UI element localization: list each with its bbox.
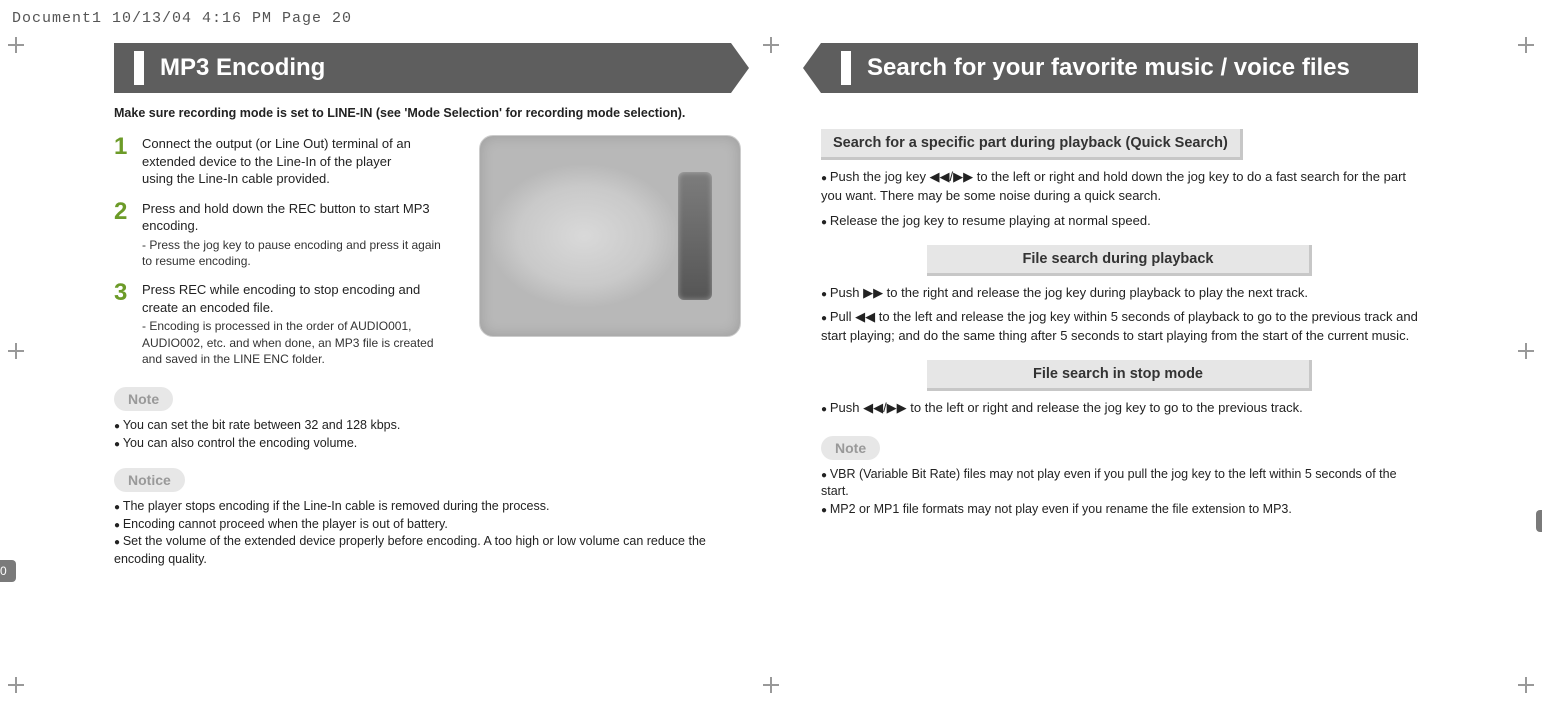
step-subtext: - Press the jog key to pause encoding an…: [142, 237, 442, 269]
heading-bar-icon: [134, 51, 144, 85]
step-subtext: - Encoding is processed in the order of …: [142, 318, 452, 367]
note-list: You can set the bit rate between 32 and …: [114, 417, 731, 452]
page-number: 21: [1536, 510, 1542, 532]
list-item: Push the jog key ◀◀/▶▶ to the left or ri…: [821, 168, 1418, 206]
note-item: MP2 or MP1 file formats may not play eve…: [821, 501, 1418, 519]
crop-mark-icon: [8, 343, 24, 359]
print-header: Document1 10/13/04 4:16 PM Page 20: [0, 0, 1542, 33]
page-number: 20: [0, 560, 16, 582]
subsection-heading: File search during playback: [927, 245, 1312, 276]
section-title: Search for your favorite music / voice f…: [867, 54, 1350, 82]
subsection-heading: File search in stop mode: [927, 360, 1312, 391]
section-title: MP3 Encoding: [160, 54, 325, 82]
step-text: Press and hold down the REC button to st…: [142, 201, 430, 234]
bullet-list: Push the jog key ◀◀/▶▶ to the left or ri…: [821, 168, 1418, 231]
heading-bar-icon: [841, 51, 851, 85]
step-list: 1 Connect the output (or Line Out) termi…: [114, 135, 731, 367]
note-list: VBR (Variable Bit Rate) files may not pl…: [821, 466, 1418, 519]
list-item: Release the jog key to resume playing at…: [821, 212, 1418, 231]
left-page: MP3 Encoding Make sure recording mode is…: [44, 43, 771, 576]
section-heading: MP3 Encoding: [114, 43, 731, 93]
note-item: VBR (Variable Bit Rate) files may not pl…: [821, 466, 1418, 501]
notice-label: Notice: [114, 468, 185, 492]
list-item: Pull ◀◀ to the left and release the jog …: [821, 308, 1418, 346]
crop-mark-icon: [8, 37, 24, 53]
right-page: Search for your favorite music / voice f…: [771, 43, 1498, 526]
crop-mark-icon: [1518, 677, 1534, 693]
page-spread: MP3 Encoding Make sure recording mode is…: [44, 43, 1498, 663]
crop-mark-icon: [1518, 37, 1534, 53]
note-item: You can set the bit rate between 32 and …: [114, 417, 731, 435]
step-number: 2: [114, 200, 142, 269]
device-diagram: [479, 135, 741, 337]
crop-mark-icon: [763, 677, 779, 693]
list-item: Push ▶▶ to the right and release the jog…: [821, 284, 1418, 303]
subsection-heading: Search for a specific part during playba…: [821, 129, 1243, 160]
bullet-list: Push ▶▶ to the right and release the jog…: [821, 284, 1418, 347]
notice-item: Encoding cannot proceed when the player …: [114, 516, 731, 534]
crop-mark-icon: [1518, 343, 1534, 359]
section-heading: Search for your favorite music / voice f…: [821, 43, 1418, 93]
step-number: 3: [114, 281, 142, 367]
step-text: Connect the output (or Line Out) termina…: [142, 136, 411, 186]
step-number: 1: [114, 135, 142, 188]
step-text: Press REC while encoding to stop encodin…: [142, 282, 420, 315]
notice-list: The player stops encoding if the Line-In…: [114, 498, 731, 568]
list-item: Push ◀◀/▶▶ to the left or right and rele…: [821, 399, 1418, 418]
notice-item: Set the volume of the extended device pr…: [114, 533, 731, 568]
bullet-list: Push ◀◀/▶▶ to the left or right and rele…: [821, 399, 1418, 418]
lead-text: Make sure recording mode is set to LINE-…: [114, 105, 731, 121]
note-label: Note: [114, 387, 173, 411]
note-label: Note: [821, 436, 880, 460]
notice-item: The player stops encoding if the Line-In…: [114, 498, 731, 516]
note-item: You can also control the encoding volume…: [114, 435, 731, 453]
crop-mark-icon: [8, 677, 24, 693]
